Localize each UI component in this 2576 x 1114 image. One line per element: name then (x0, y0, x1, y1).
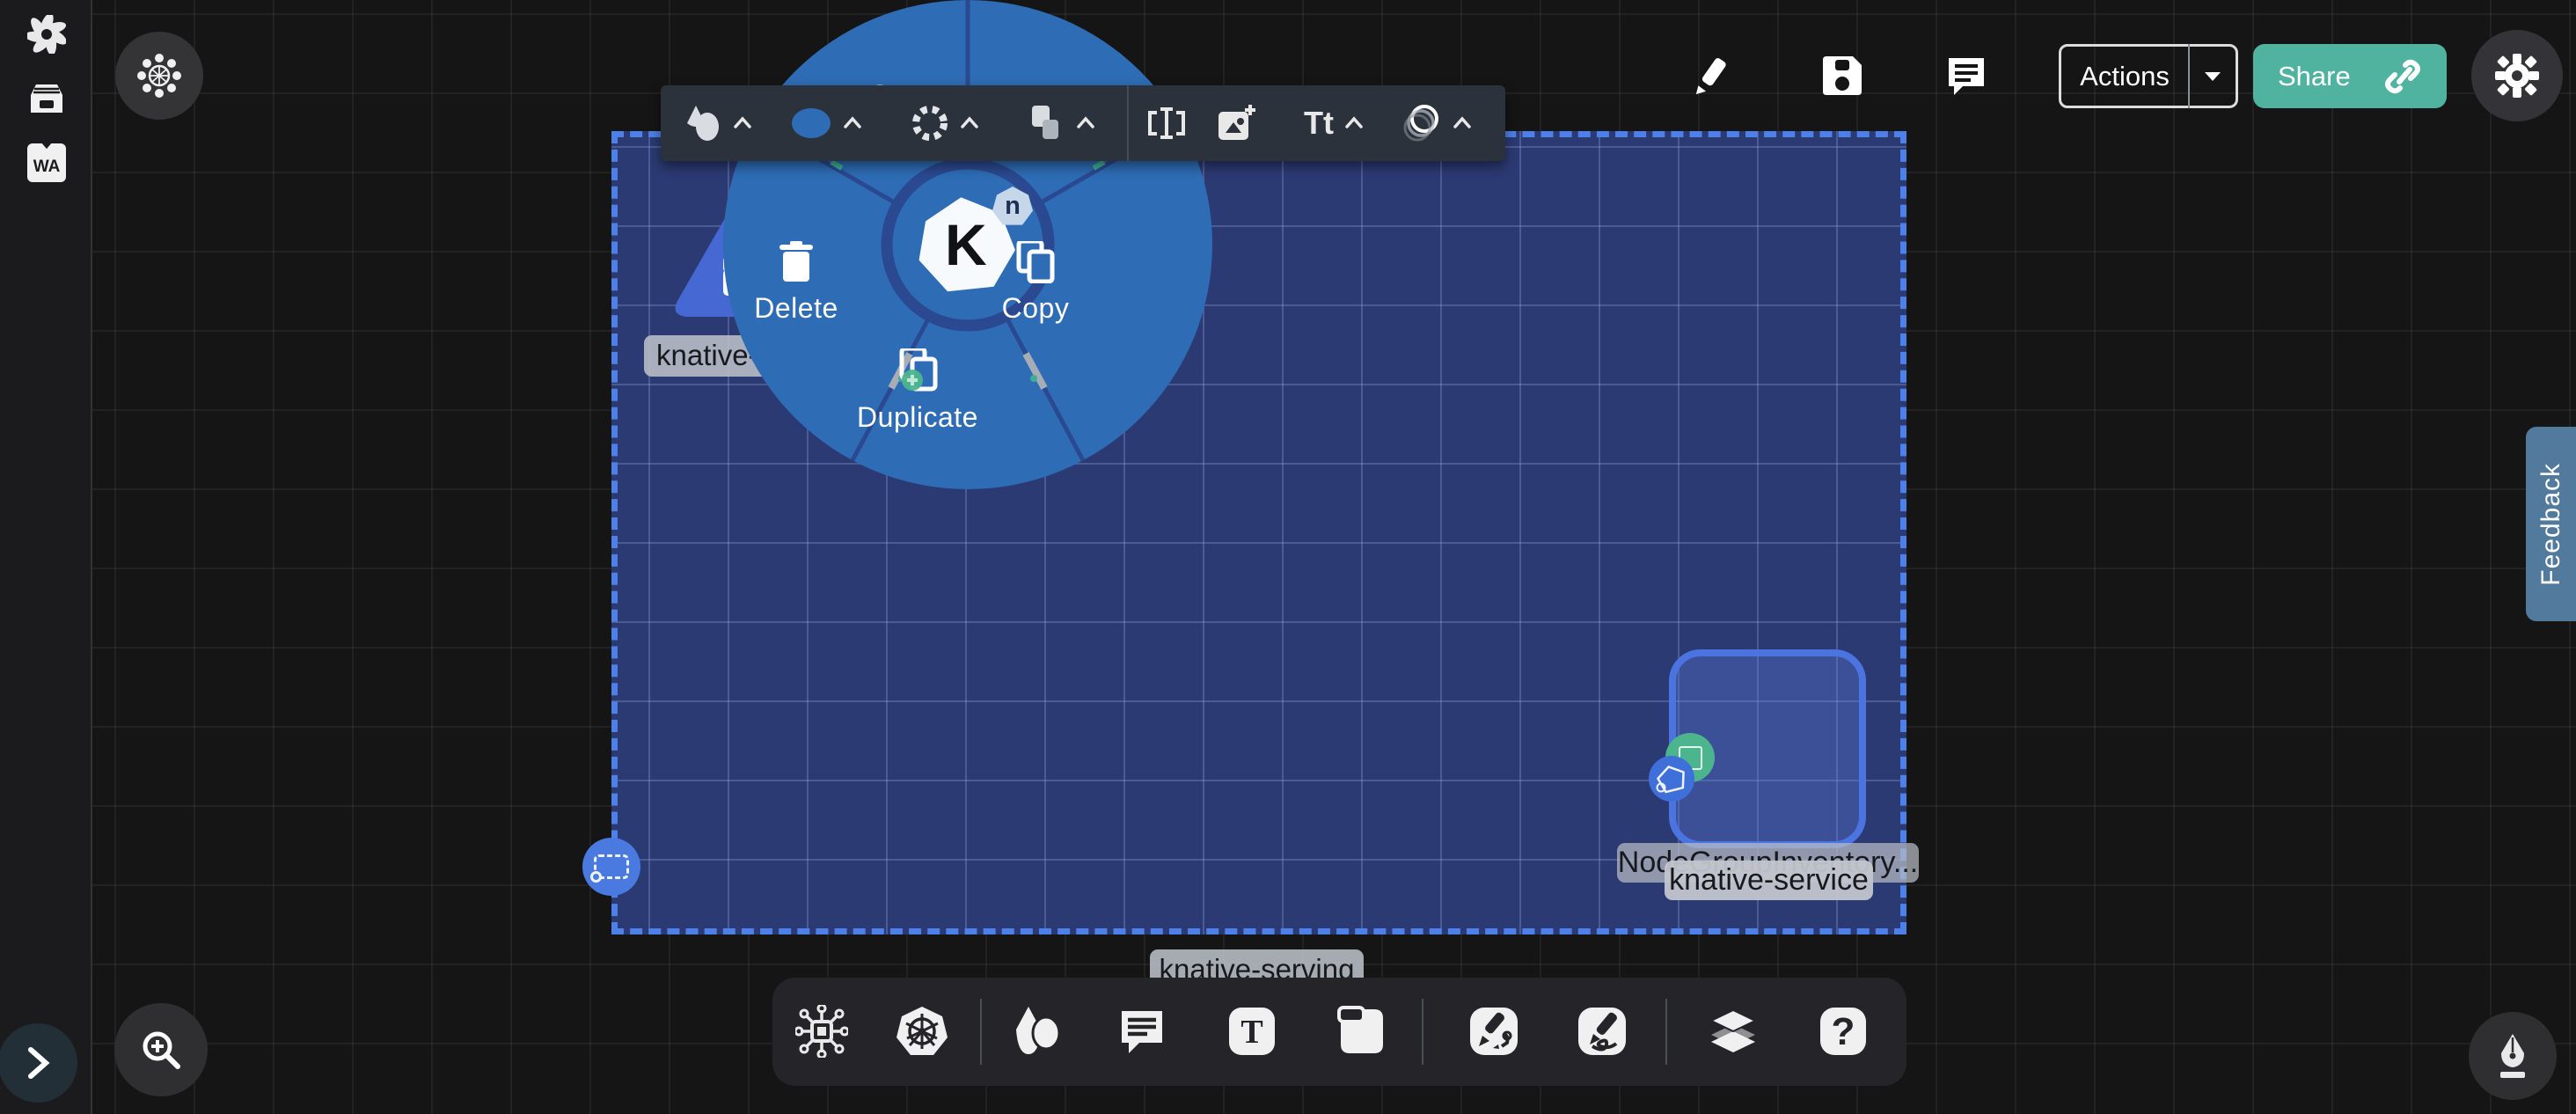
radial-copy-label: Copy (1002, 292, 1070, 325)
help-icon: ? (1819, 1006, 1868, 1057)
freehand-pencil-tool[interactable] (1574, 1003, 1630, 1059)
chevron-up-icon[interactable] (1453, 114, 1472, 132)
text-icon: T (1227, 1006, 1277, 1057)
archive-box-icon[interactable] (27, 79, 66, 118)
shape-style-button[interactable] (682, 102, 724, 144)
comments-icon[interactable] (1943, 53, 1989, 99)
dashed-circle-icon (910, 103, 950, 143)
rename-field-icon (1146, 106, 1187, 141)
expand-sidebar-button[interactable] (0, 1023, 77, 1103)
radial-duplicate-label: Duplicate (857, 401, 978, 434)
knative-service-label: knative-service (1665, 861, 1873, 900)
shapes-icon (684, 104, 722, 143)
rename-field-button[interactable] (1145, 102, 1188, 144)
kubernetes-wheel-icon (895, 1005, 949, 1058)
frame-tool[interactable] (1334, 1003, 1390, 1059)
freehand-pencil-icon (1577, 1006, 1628, 1057)
duplicate-icon (896, 348, 939, 392)
copy-icon (1015, 241, 1056, 283)
pen-nib-icon (2492, 1032, 2533, 1080)
text-tool[interactable]: T (1224, 1003, 1280, 1059)
pen-tool-button[interactable] (2469, 1012, 2557, 1100)
chevron-up-icon[interactable] (1344, 114, 1364, 132)
webassembly-icon[interactable]: WA (27, 143, 66, 182)
actions-button[interactable]: Actions (2059, 44, 2238, 108)
link-icon (2383, 59, 2422, 94)
chevron-up-icon[interactable] (1076, 114, 1095, 132)
frame-icon (1337, 1006, 1387, 1057)
chevron-up-icon[interactable] (960, 114, 979, 132)
chevron-right-icon (25, 1046, 51, 1080)
connection-pen-icon (1468, 1006, 1519, 1057)
network-cluster-icon (137, 54, 181, 98)
selection-drag-handle[interactable] (582, 838, 640, 896)
comment-tool[interactable] (1114, 1003, 1170, 1059)
stroke-style-button[interactable] (909, 102, 951, 144)
share-button[interactable]: Share (2253, 44, 2447, 108)
opacity-button[interactable] (1400, 102, 1442, 144)
radial-duplicate[interactable]: Duplicate (847, 348, 988, 434)
blue-pentagon-badge (1649, 756, 1694, 802)
stacked-squares-icon (1028, 104, 1064, 143)
toolbar-divider (1422, 999, 1423, 1065)
feedback-label: Feedback (2536, 463, 2566, 586)
format-toolbar: Tt (661, 85, 1505, 161)
network-cluster-button[interactable] (115, 32, 203, 120)
zoom-in-button[interactable] (114, 1003, 208, 1096)
settings-button[interactable] (2471, 30, 2563, 121)
save-icon[interactable] (1819, 53, 1865, 99)
zoom-in-icon (139, 1028, 183, 1072)
pinwheel-logo-icon[interactable] (27, 15, 66, 54)
edit-pencil-icon[interactable] (1687, 53, 1733, 99)
shapes-icon (1011, 1005, 1062, 1058)
svg-text:?: ? (1832, 1010, 1855, 1053)
svg-text:T: T (1240, 1014, 1262, 1051)
connection-pen-tool[interactable] (1466, 1003, 1522, 1059)
left-sidebar: WA (0, 0, 92, 1114)
toolbar-divider (980, 999, 982, 1065)
tool-palette: T (772, 978, 1906, 1086)
comment-icon (1116, 1006, 1167, 1057)
marquee-select-icon (594, 854, 629, 879)
image-add-icon (1217, 103, 1257, 143)
caret-down-icon (2203, 70, 2222, 84)
chevron-up-icon[interactable] (843, 114, 862, 132)
layers-tool[interactable] (1705, 1003, 1761, 1059)
radial-copy[interactable]: Copy (977, 241, 1094, 325)
image-add-button[interactable] (1216, 102, 1258, 144)
feedback-tab[interactable]: Feedback (2526, 427, 2576, 621)
help-tool[interactable]: ? (1815, 1003, 1871, 1059)
layers-icon (1706, 1005, 1760, 1058)
radial-delete[interactable]: Delete (737, 241, 855, 325)
fill-color-button[interactable] (790, 102, 832, 144)
actions-dropdown[interactable] (2190, 70, 2236, 84)
kubernetes-tool[interactable] (894, 1003, 950, 1059)
radial-delete-label: Delete (754, 292, 838, 325)
typography-icon: Tt (1304, 105, 1334, 142)
typography-button[interactable]: Tt (1293, 102, 1344, 144)
shapes-tool[interactable] (1008, 1003, 1065, 1059)
arrange-copies-button[interactable] (1025, 102, 1067, 144)
share-label: Share (2278, 61, 2351, 92)
trash-icon (778, 241, 815, 283)
ai-architecture-icon (795, 1005, 848, 1058)
toolbar-divider (1665, 999, 1667, 1065)
ai-architecture-tool[interactable] (794, 1003, 850, 1059)
toolbar-divider (1127, 85, 1129, 161)
pentagon-icon (1654, 761, 1689, 796)
fill-color-swatch (790, 107, 832, 139)
gear-icon (2494, 53, 2540, 99)
actions-label: Actions (2061, 61, 2188, 92)
opacity-circles-icon (1401, 103, 1441, 143)
chevron-up-icon[interactable] (733, 114, 752, 132)
